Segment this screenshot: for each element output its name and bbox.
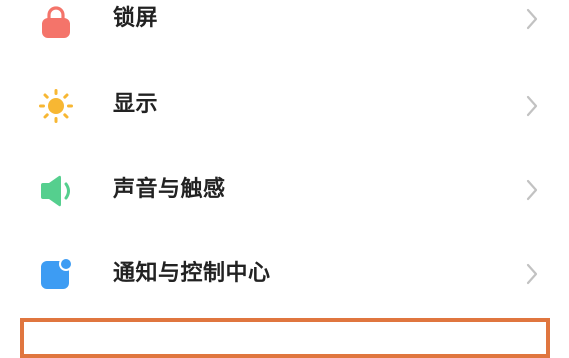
chevron-right-icon	[526, 179, 538, 201]
settings-item-lock-screen[interactable]: 锁屏	[0, 0, 569, 64]
speaker-icon	[41, 175, 70, 207]
settings-item-label: 通知与控制中心	[113, 261, 271, 286]
settings-list: 锁屏 显示 声音与触感 通知与控制中心	[0, 0, 569, 358]
highlight-annotation-box	[20, 318, 550, 358]
settings-item-label: 显示	[113, 92, 159, 117]
settings-item-label: 锁屏	[113, 6, 159, 31]
settings-item-sound-haptics[interactable]: 声音与触感	[0, 148, 569, 232]
chevron-right-icon	[526, 8, 538, 30]
settings-item-display[interactable]: 显示	[0, 64, 569, 148]
settings-item-notifications-control-center[interactable]: 通知与控制中心	[0, 232, 569, 316]
chevron-right-icon	[526, 263, 538, 285]
notification-icon	[41, 257, 73, 289]
chevron-right-icon	[526, 95, 538, 117]
sun-icon	[39, 89, 73, 123]
lock-icon	[42, 6, 70, 38]
settings-item-label: 声音与触感	[113, 177, 226, 202]
